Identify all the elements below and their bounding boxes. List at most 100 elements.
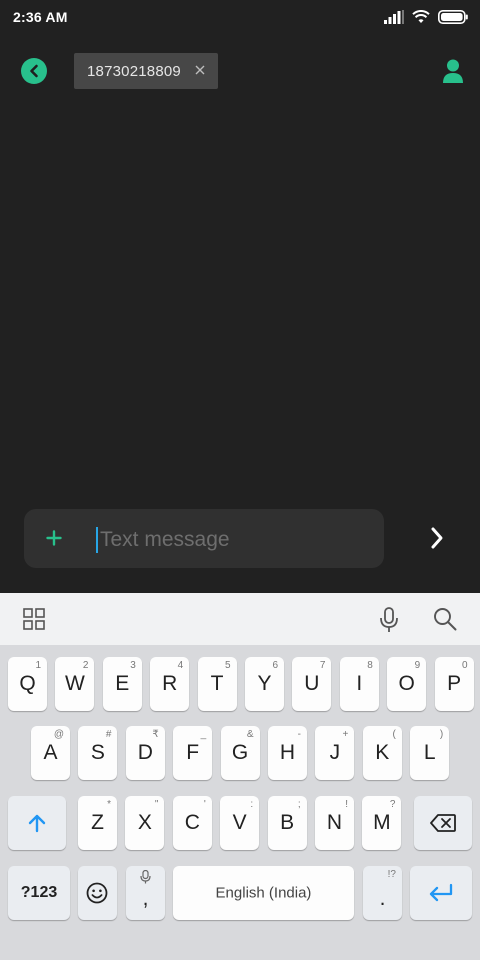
key-hint: 7 — [319, 660, 326, 671]
shift-arrow-icon — [28, 814, 46, 833]
key-hint: @ — [53, 729, 64, 740]
key-label: Y — [257, 672, 272, 695]
key-e[interactable]: 3E — [102, 657, 142, 711]
key-p[interactable]: 0P — [434, 657, 474, 711]
key-label: U — [304, 672, 320, 695]
key-hint: ( — [392, 729, 396, 740]
key-j[interactable]: + J — [315, 726, 355, 780]
key-hint: ? — [389, 799, 396, 810]
key-hint: 0 — [462, 660, 468, 671]
message-placeholder: Text message — [100, 528, 230, 551]
period-key-label: . — [379, 887, 386, 911]
plus-icon — [46, 530, 62, 546]
chevron-left-icon — [30, 64, 38, 78]
key-c[interactable]: ' C — [172, 796, 212, 850]
key-label: Q — [19, 672, 36, 695]
period-key[interactable]: !? . — [363, 866, 402, 920]
key-label: R — [162, 672, 178, 695]
key-label: B — [280, 811, 295, 834]
key-hint: # — [105, 729, 112, 740]
key-f[interactable]: _ F — [173, 726, 213, 780]
key-label: C — [184, 811, 200, 834]
key-x[interactable]: " X — [125, 796, 165, 850]
key-z[interactable]: * Z — [78, 796, 117, 850]
back-button[interactable] — [21, 58, 47, 84]
remove-recipient-button[interactable] — [194, 63, 206, 77]
key-hint: 8 — [367, 660, 373, 671]
key-o[interactable]: 9O — [387, 657, 427, 711]
key-m[interactable]: ? M — [362, 796, 402, 850]
text-caret — [96, 527, 98, 553]
key-y[interactable]: 6Y — [245, 657, 284, 711]
send-button[interactable] — [424, 522, 450, 554]
space-key-label: English (India) — [215, 884, 312, 902]
close-icon — [195, 65, 205, 75]
key-hint: 4 — [177, 660, 184, 671]
emoji-key[interactable] — [78, 866, 117, 920]
backspace-icon — [430, 814, 456, 832]
key-n[interactable]: ! N — [315, 796, 354, 850]
keyboard-apps-button[interactable] — [23, 608, 45, 630]
contact-button[interactable] — [442, 58, 464, 84]
voice-input-button[interactable] — [379, 607, 399, 633]
key-label: O — [398, 672, 415, 695]
period-key-hint: !? — [387, 869, 396, 880]
person-icon — [443, 59, 463, 83]
key-label: E — [115, 672, 130, 695]
key-t[interactable]: 5T — [197, 657, 237, 711]
comma-key[interactable]: , — [126, 866, 165, 920]
key-u[interactable]: 7U — [292, 657, 332, 711]
key-r[interactable]: 4R — [150, 657, 190, 711]
key-k[interactable]: (K — [362, 726, 402, 780]
key-hint: 2 — [82, 660, 89, 671]
key-label: G — [231, 741, 249, 764]
key-b[interactable]: ; B — [267, 796, 307, 850]
key-hint: & — [246, 729, 254, 740]
key-label: L — [423, 741, 436, 764]
shift-key[interactable] — [8, 796, 66, 850]
backspace-key[interactable] — [414, 796, 472, 850]
key-s[interactable]: # S — [78, 726, 118, 780]
key-hint: 1 — [35, 660, 41, 671]
grid-icon — [23, 608, 45, 630]
keyboard-search-button[interactable] — [433, 607, 457, 631]
key-hint: 9 — [414, 660, 421, 671]
key-label: I — [356, 672, 363, 695]
key-a[interactable]: @ A — [31, 726, 70, 780]
key-label: F — [186, 741, 200, 764]
enter-key[interactable] — [410, 866, 472, 920]
key-label: D — [137, 741, 153, 764]
chevron-right-icon — [431, 527, 443, 549]
key-q[interactable]: 1Q — [8, 657, 47, 711]
status-icons — [384, 8, 468, 26]
keyboard: 1Q2W3E4R5T6Y7U8I9O0P @ A # S ₹ D _ F & G - H + J(K) L … — [0, 593, 480, 960]
key-hint: + — [342, 729, 349, 740]
key-label: M — [373, 811, 391, 834]
key-hint: - — [297, 729, 301, 740]
symbols-key[interactable]: ?123 — [8, 866, 70, 920]
message-input[interactable]: Text message — [96, 525, 366, 555]
battery-icon — [438, 10, 468, 24]
key-label: Z — [91, 811, 104, 834]
recipient-chip[interactable]: 18730218809 — [74, 53, 218, 89]
key-hint: ; — [297, 799, 301, 810]
key-label: K — [375, 741, 390, 764]
key-l[interactable]: ) L — [410, 726, 450, 780]
key-h[interactable]: -H — [268, 726, 307, 780]
key-label: J — [329, 741, 341, 764]
key-i[interactable]: 8I — [339, 657, 379, 711]
key-hint: * — [107, 799, 111, 810]
key-hint: 3 — [130, 660, 136, 671]
enter-arrow-icon — [429, 883, 453, 902]
key-hint: : — [250, 799, 254, 810]
key-hint: ! — [345, 799, 348, 810]
key-hint: 5 — [225, 660, 231, 671]
space-key[interactable]: English (India) — [173, 866, 354, 920]
key-d[interactable]: ₹ D — [125, 726, 165, 780]
key-g[interactable]: & G — [220, 726, 260, 780]
attach-button[interactable] — [44, 527, 64, 549]
compose-box: Text message — [24, 509, 384, 568]
key-w[interactable]: 2W — [55, 657, 95, 711]
key-v[interactable]: :V — [220, 796, 260, 850]
keyboard-toolbar — [0, 593, 480, 645]
